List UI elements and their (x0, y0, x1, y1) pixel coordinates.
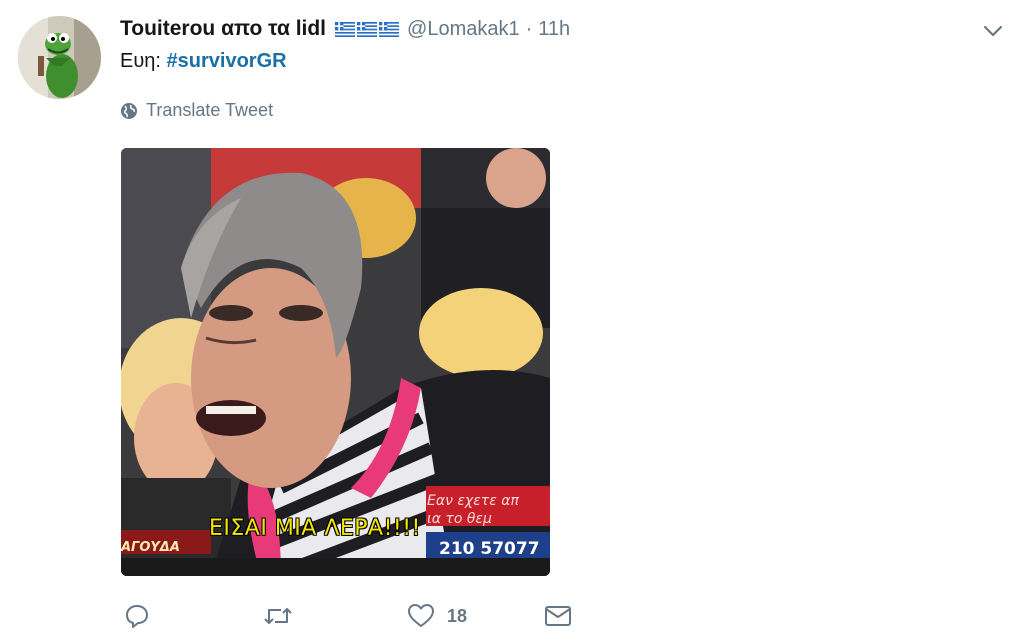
tweet-header: Touiterou απο τα lidl @Lomakak1 · 11h (120, 14, 570, 44)
media-ticker-line2: ια το θεμ (427, 511, 492, 527)
media-ticker-line1: Εαν εχετε απ (427, 493, 519, 509)
like-button[interactable]: 18 (407, 600, 467, 632)
display-name[interactable]: Touiterou απο τα lidl (120, 17, 326, 41)
media-subtitle: ΕΙΣΑΙ ΜΙΑ ΛΕΡΑ!!!! (209, 516, 421, 541)
translate-tweet-button[interactable]: Translate Tweet (120, 100, 273, 121)
greece-flag-icon (357, 21, 378, 37)
heart-icon (408, 604, 434, 627)
media-ticker-text: Εαν εχετε απ ια το θεμ (427, 492, 519, 528)
kermit-avatar-image (18, 16, 101, 99)
translate-tweet-label: Translate Tweet (146, 100, 274, 120)
greece-flag-icon (335, 21, 356, 37)
globe-icon (121, 102, 137, 119)
tweet-text-prefix: Ευη: (120, 50, 167, 72)
direct-message-button[interactable] (543, 600, 573, 632)
reply-icon (126, 605, 148, 628)
hashtag-link[interactable]: #survivorGR (167, 50, 287, 72)
tweet-timestamp[interactable]: 11h (538, 18, 570, 41)
greece-flag-icon (379, 21, 400, 37)
reply-button[interactable] (124, 600, 150, 632)
retweet-icon (264, 608, 292, 624)
separator-dot: · (525, 17, 533, 40)
tweet-media[interactable]: Εαν εχετε απ ια το θεμ 210 57077 ΑΓΟΥΔΑ … (121, 148, 550, 576)
flag-emojis (335, 21, 400, 37)
like-count: 18 (447, 605, 468, 626)
avatar[interactable] (18, 16, 101, 99)
tweet-actions: 18 (124, 600, 584, 632)
chevron-down-icon[interactable] (982, 22, 1004, 40)
user-handle[interactable]: @Lomakak1 (407, 18, 520, 41)
retweet-button[interactable] (263, 600, 293, 632)
tweet: Touiterou απο τα lidl @Lomakak1 · 11h Ευ… (0, 0, 1024, 643)
media-location-text: ΑΓΟΥΔΑ (121, 540, 180, 555)
media-phone-number: 210 57077 (439, 539, 540, 559)
envelope-icon (545, 606, 571, 626)
tweet-text: Ευη: #survivorGR (120, 50, 287, 73)
